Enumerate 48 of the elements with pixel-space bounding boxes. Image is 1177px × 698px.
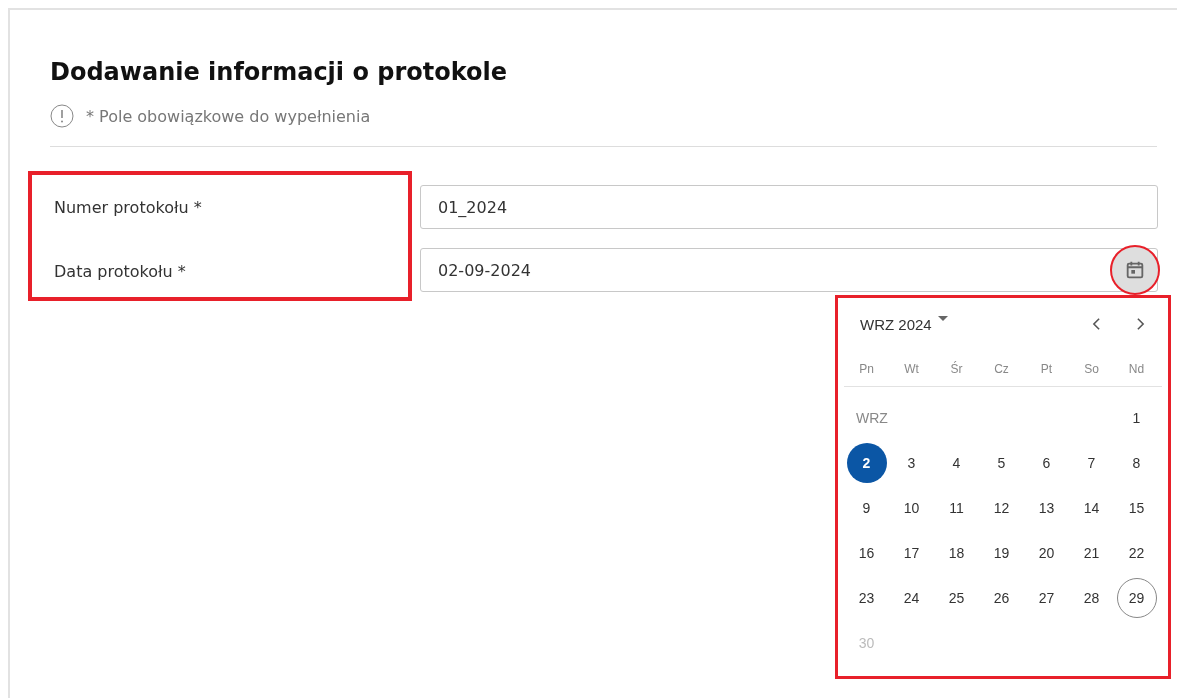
calendar-day[interactable]: 3: [891, 442, 932, 483]
weekday-label: So: [1083, 362, 1100, 376]
calendar-day[interactable]: 19: [981, 532, 1022, 573]
chevron-left-icon: [1091, 317, 1101, 331]
calendar-day[interactable]: 17: [891, 532, 932, 573]
calendar-icon: [1124, 259, 1146, 281]
calendar-day[interactable]: 10: [891, 487, 932, 528]
caret-icon: [937, 315, 948, 322]
chevron-right-icon: [1135, 317, 1145, 331]
calendar-day[interactable]: 25: [936, 577, 977, 618]
exclamation-icon: [50, 104, 74, 128]
field-label: Data protokołu *: [54, 261, 187, 283]
calendar-day[interactable]: 1: [1116, 397, 1157, 438]
text-field[interactable]: 01_2024: [420, 185, 1158, 229]
calendar-day[interactable]: 5: [981, 442, 1022, 483]
weekday-label: Nd: [1127, 362, 1146, 376]
calendar-day[interactable]: 22: [1116, 532, 1157, 573]
calendar-day[interactable]: 6: [1026, 442, 1067, 483]
calendar-day[interactable]: 23: [846, 577, 887, 618]
calendar-day[interactable]: 28: [1071, 577, 1112, 618]
calendar-day[interactable]: 18: [936, 532, 977, 573]
calendar-day[interactable]: 9: [846, 487, 887, 528]
field-label: Numer protokołu *: [54, 197, 203, 219]
calendar-day[interactable]: 11: [936, 487, 977, 528]
calendar-day[interactable]: 4: [936, 442, 977, 483]
weekday-label: Pt: [1039, 362, 1054, 376]
required-note: * Pole obowiązkowe do wypełnienia: [86, 106, 371, 126]
calendar-day[interactable]: 16: [846, 532, 887, 573]
weekday-label: Śr: [949, 362, 964, 376]
calendar-day[interactable]: 14: [1071, 487, 1112, 528]
month-year-dropdown[interactable]: WRZ 2024: [844, 315, 948, 333]
weekday-label: Cz: [993, 362, 1010, 376]
calendar-day[interactable]: 13: [1026, 487, 1067, 528]
month-label: WRZ: [855, 409, 888, 426]
weekday-label: Pn: [858, 362, 875, 376]
calendar-day[interactable]: 7: [1071, 442, 1112, 483]
calendar-day[interactable]: 21: [1071, 532, 1112, 573]
weekday-label: Wt: [903, 362, 920, 376]
calendar-day[interactable]: 24: [891, 577, 932, 618]
page-title: Dodawanie informacji o protokole: [50, 57, 509, 88]
calendar-day[interactable]: 8: [1116, 442, 1157, 483]
calendar-button[interactable]: [1110, 245, 1160, 295]
calendar-day[interactable]: 20: [1026, 532, 1067, 573]
calendar-day[interactable]: 27: [1026, 577, 1067, 618]
calendar-day[interactable]: 26: [981, 577, 1022, 618]
calendar-day[interactable]: 2: [846, 442, 887, 483]
calendar-day[interactable]: 15: [1116, 487, 1157, 528]
calendar-day[interactable]: 12: [981, 487, 1022, 528]
